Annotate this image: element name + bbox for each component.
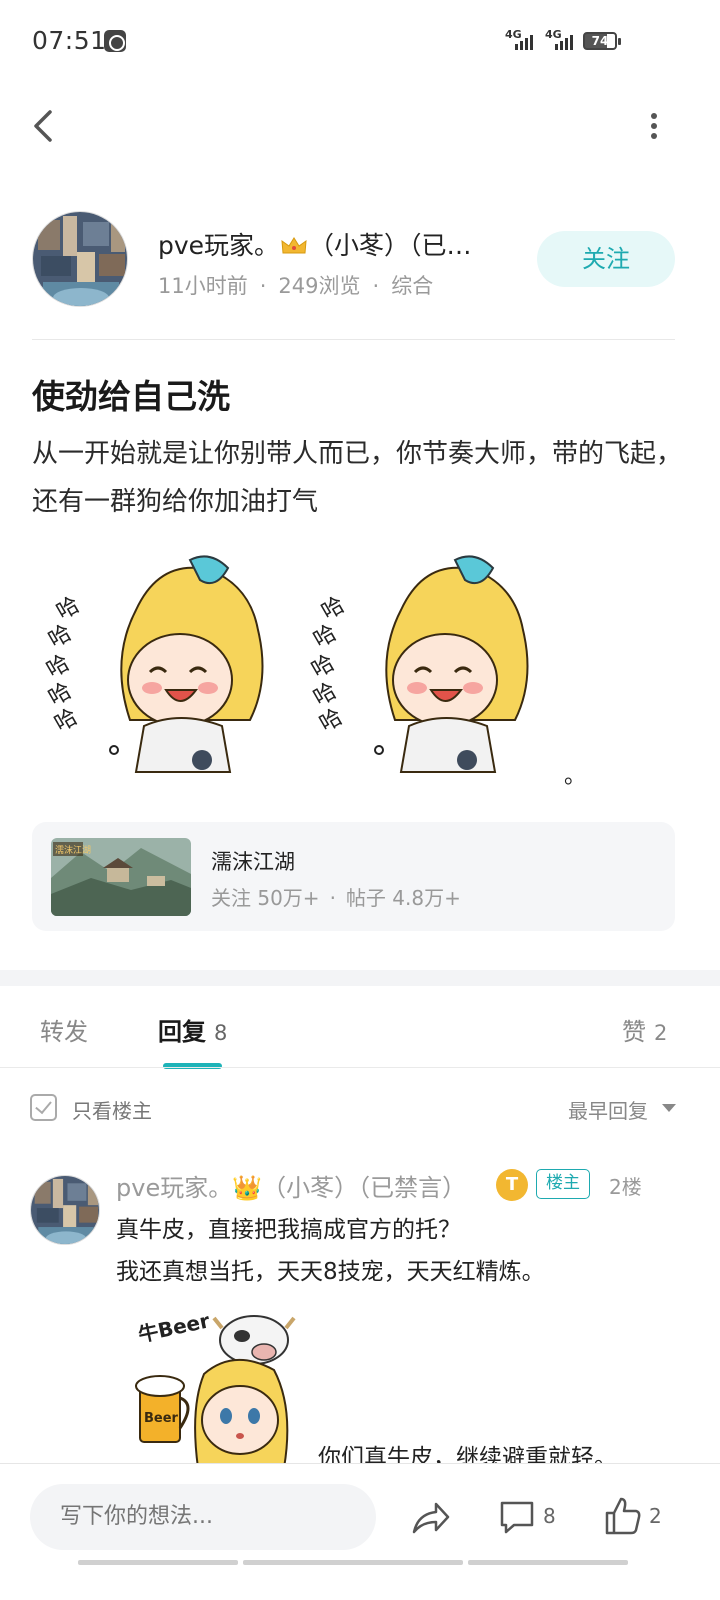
svg-text:哈: 哈: [45, 621, 77, 654]
author-avatar[interactable]: [32, 211, 128, 307]
tab-repost[interactable]: 转发: [40, 1012, 88, 1047]
svg-text:哈: 哈: [43, 651, 75, 684]
post-body: 从一开始就是让你别带人而已，你节奏大师，带的飞起，还有一群狗给你加油打气: [32, 439, 683, 517]
forum-thumb-logo: 濡沫江湖: [55, 844, 91, 856]
forum-followers: 关注 50万+: [211, 886, 320, 910]
battery-icon: 74: [583, 32, 621, 50]
author-name[interactable]: pve玩家。 （小苳）（已…: [158, 226, 498, 262]
app-notification-icon: [104, 30, 126, 52]
divider: [32, 339, 675, 340]
section-separator: [0, 970, 720, 986]
svg-text:哈: 哈: [310, 621, 342, 654]
svg-text:哈: 哈: [53, 593, 85, 626]
gesture-bar: [468, 1560, 628, 1565]
beer-girl-sticker[interactable]: 牛Beer Beer: [134, 1308, 304, 1468]
more-options-button[interactable]: [638, 104, 670, 148]
gesture-bar: [243, 1560, 463, 1565]
signal-icon-2: 4G: [545, 28, 579, 52]
comment-button[interactable]: [498, 1498, 536, 1536]
commenter-name[interactable]: pve玩家。👑（小苳）（已禁言）: [116, 1168, 466, 1203]
follow-button[interactable]: 关注: [537, 231, 675, 287]
laughing-girl-sticker[interactable]: 哈 哈 哈 哈 哈: [40, 550, 280, 780]
tab-reply[interactable]: 回复 8: [158, 1012, 227, 1047]
like-count: 2: [649, 1504, 662, 1528]
tab-reply-count: 8: [214, 1021, 228, 1045]
laughing-girl-sticker-2[interactable]: 哈 哈 哈 哈 哈: [305, 550, 545, 780]
op-badge: 楼主: [536, 1169, 590, 1199]
tab-like[interactable]: 赞2: [622, 1012, 667, 1047]
crown-icon: [281, 237, 307, 254]
like-button[interactable]: [604, 1496, 642, 1536]
tab-reply-label: 回复: [158, 1018, 206, 1046]
sort-dropdown[interactable]: 最早回复: [568, 1095, 648, 1124]
sticker-caption-1: 牛Beer: [136, 1308, 212, 1347]
only-op-checkbox[interactable]: [30, 1094, 57, 1121]
post-title: 使劲给自己洗: [32, 377, 230, 416]
back-button[interactable]: [26, 104, 66, 148]
bottom-action-bar: 8 2: [0, 1463, 720, 1600]
forum-card[interactable]: 濡沫江湖 濡沫江湖 关注 50万+ · 帖子 4.8万+: [32, 822, 675, 931]
post-meta: 11小时前 · 249浏览 · 综合: [158, 274, 434, 298]
forum-thumbnail: 濡沫江湖: [51, 838, 191, 916]
svg-text:哈: 哈: [308, 651, 340, 684]
view-count: 249浏览: [278, 274, 361, 298]
commenter-avatar[interactable]: [30, 1175, 100, 1245]
level-badge: T: [496, 1169, 528, 1201]
status-bar: 07:51 4G 4G 74: [0, 0, 720, 84]
comment-icon: [500, 1501, 534, 1534]
active-tab-indicator: [163, 1063, 222, 1069]
sticker-caption-2: Beer: [144, 1411, 179, 1426]
signal-icon: 4G: [505, 28, 539, 52]
forum-stats: 关注 50万+ · 帖子 4.8万+: [211, 886, 461, 910]
author-name-suffix: （小苳）（已…: [309, 231, 472, 260]
post-time: 11小时前: [158, 274, 248, 298]
divider: [0, 1067, 720, 1068]
more-vertical-icon: [651, 113, 657, 139]
only-op-label[interactable]: 只看楼主: [72, 1095, 152, 1124]
share-button[interactable]: [410, 1498, 450, 1538]
svg-text:哈: 哈: [318, 593, 350, 626]
reply-input[interactable]: [30, 1484, 376, 1550]
svg-text:哈: 哈: [310, 679, 342, 712]
caret-down-icon[interactable]: [662, 1104, 676, 1112]
share-icon: [412, 1502, 450, 1534]
comment-count: 8: [543, 1504, 556, 1528]
forum-name: 濡沫江湖: [211, 850, 295, 874]
thumbs-up-icon: [605, 1497, 641, 1535]
tab-repost-label: 转发: [40, 1018, 88, 1046]
tab-like-count: 2: [654, 1021, 668, 1045]
gesture-bar: [78, 1560, 238, 1565]
chevron-left-icon: [34, 110, 52, 142]
comment-text-line-2: 我还真想当托，天天8技宠，天天红精炼。: [116, 1259, 545, 1285]
svg-text:哈: 哈: [45, 679, 77, 712]
post-tail-text: 。: [564, 764, 587, 789]
comment-text-line-1: 真牛皮，直接把我搞成官方的托？: [116, 1217, 461, 1243]
post-category: 综合: [391, 274, 434, 298]
tab-like-label: 赞: [622, 1018, 646, 1046]
battery-level: 74: [591, 34, 609, 48]
floor-number: 2楼: [609, 1175, 642, 1199]
forum-posts: 帖子 4.8万+: [345, 886, 461, 910]
author-name-prefix: pve玩家。: [158, 231, 280, 260]
status-time: 07:51: [32, 26, 107, 55]
